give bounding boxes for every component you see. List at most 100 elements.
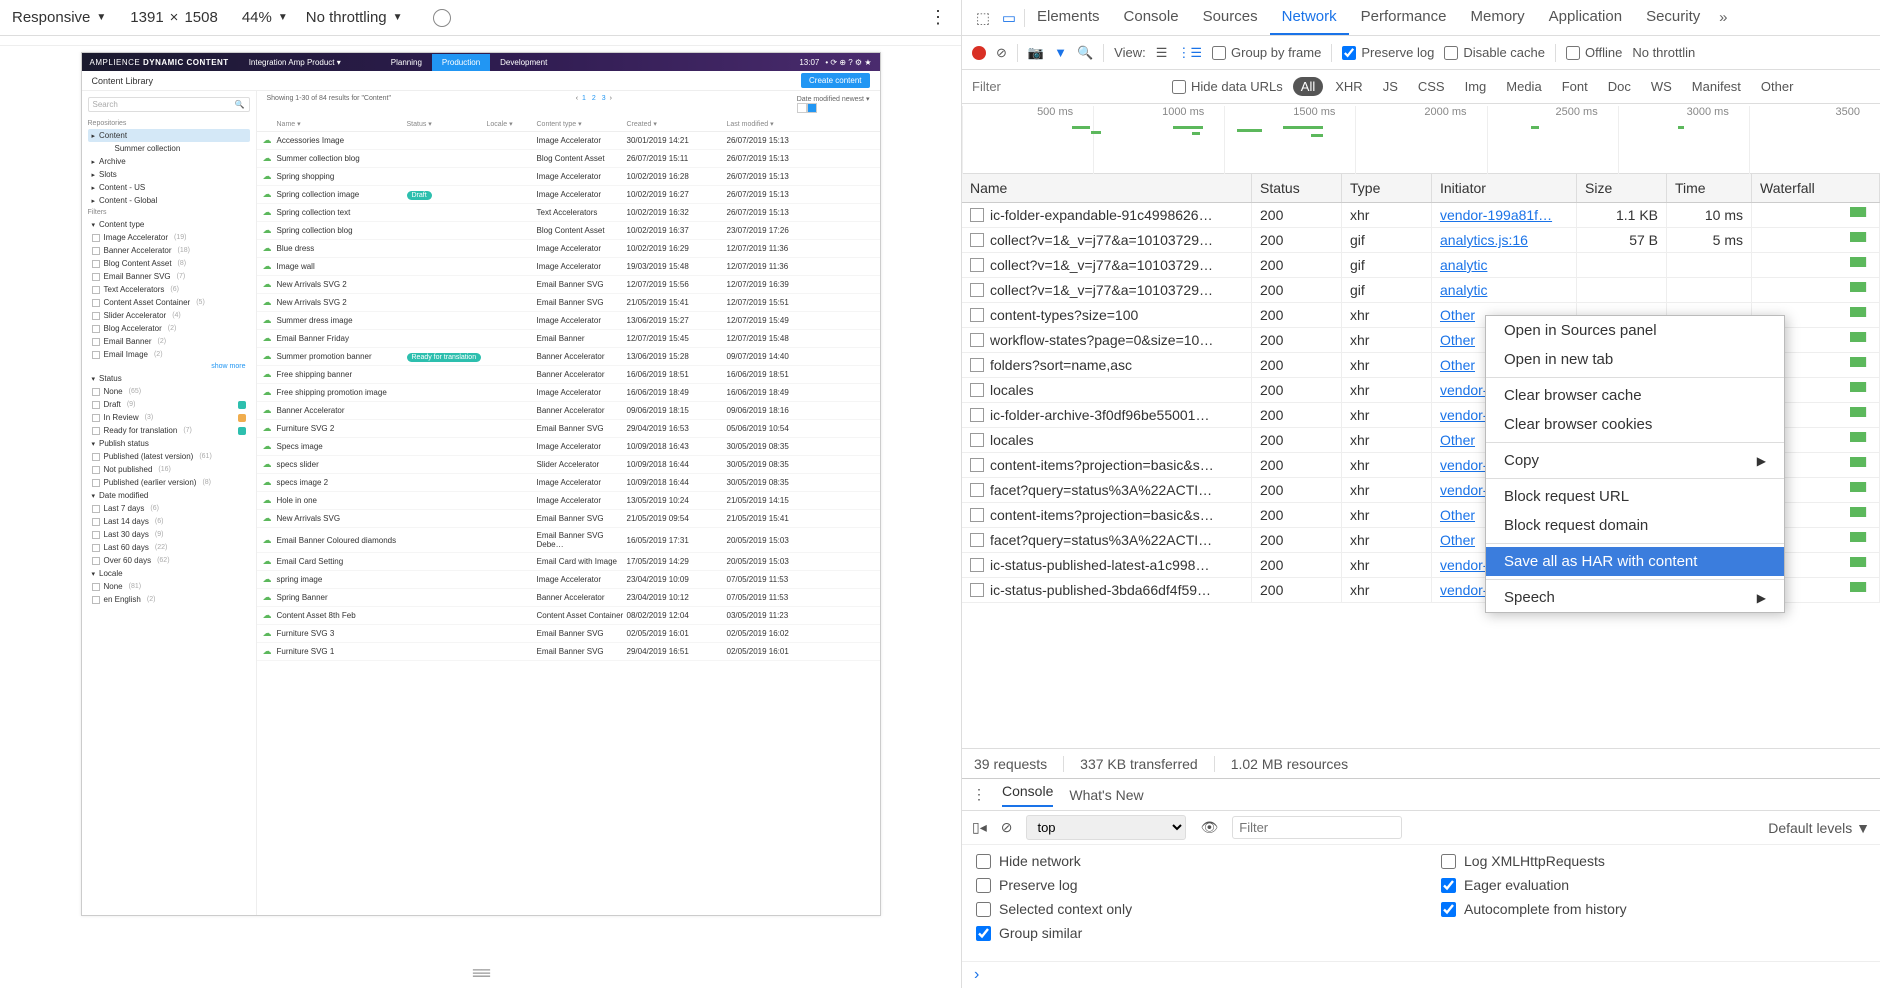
filter-item[interactable]: Last 14 days(6): [88, 515, 250, 528]
filter-item[interactable]: Last 7 days(6): [88, 502, 250, 515]
repo-item[interactable]: ▸Slots: [88, 168, 250, 181]
tab-application[interactable]: Application: [1537, 0, 1634, 35]
filter-item[interactable]: None(65): [88, 385, 250, 398]
ctx-item[interactable]: Clear browser cache: [1486, 381, 1784, 410]
table-row[interactable]: ☁Specs imageImage Accelerator10/09/2018 …: [257, 438, 880, 456]
tab-console[interactable]: Console: [1112, 0, 1191, 35]
throttling-select[interactable]: No throttlin: [1632, 45, 1695, 60]
net-col-time[interactable]: Time: [1667, 174, 1752, 202]
filter-type-img[interactable]: Img: [1457, 77, 1495, 96]
repo-item[interactable]: ▸Content: [88, 129, 250, 142]
console-opt[interactable]: Eager evaluation: [1441, 877, 1866, 893]
filter-item[interactable]: Email Image(2): [88, 348, 250, 361]
filter-item[interactable]: Published (earlier version)(8): [88, 476, 250, 489]
net-col-name[interactable]: Name: [962, 174, 1252, 202]
levels-select[interactable]: Default levels ▼: [1768, 820, 1870, 836]
table-row[interactable]: ☁Furniture SVG 1Email Banner SVG29/04/20…: [257, 643, 880, 661]
repo-item[interactable]: ▸Content - US: [88, 181, 250, 194]
filter-item[interactable]: Email Banner(2): [88, 335, 250, 348]
height-input[interactable]: 1508: [184, 9, 217, 26]
repo-item[interactable]: ▸Content - Global: [88, 194, 250, 207]
filter-item[interactable]: Over 60 days(62): [88, 554, 250, 567]
nav-item-production[interactable]: Production: [432, 54, 490, 71]
table-row[interactable]: ☁Email Banner FridayEmail Banner12/07/20…: [257, 330, 880, 348]
table-row[interactable]: ☁Blue dressImage Accelerator10/02/2019 1…: [257, 240, 880, 258]
table-row[interactable]: ☁spring imageImage Accelerator23/04/2019…: [257, 571, 880, 589]
console-opt[interactable]: Group similar: [976, 925, 1401, 941]
table-row[interactable]: ☁Image wallImage Accelerator19/03/2019 1…: [257, 258, 880, 276]
table-row[interactable]: ☁Accessories ImageImage Accelerator30/01…: [257, 132, 880, 150]
filter-item[interactable]: Not published(16): [88, 463, 250, 476]
filter-group-head[interactable]: ▾Publish status: [88, 437, 250, 450]
throttling-select[interactable]: No throttling▼: [306, 9, 403, 26]
rotate-icon[interactable]: [433, 9, 451, 27]
filter-type-manifest[interactable]: Manifest: [1684, 77, 1749, 96]
filter-group-head[interactable]: ▾Date modified: [88, 489, 250, 502]
ctx-item[interactable]: Block request URL: [1486, 482, 1784, 511]
search-input[interactable]: Search🔍: [88, 97, 250, 112]
kebab-icon[interactable]: ⋮: [929, 7, 947, 28]
filter-item[interactable]: Content Asset Container(5): [88, 296, 250, 309]
table-row[interactable]: ☁Banner AcceleratorBanner Accelerator09/…: [257, 402, 880, 420]
filter-item[interactable]: Text Accelerators(6): [88, 283, 250, 296]
filter-type-ws[interactable]: WS: [1643, 77, 1680, 96]
network-row[interactable]: collect?v=1&_v=j77&a=10103729…200gifanal…: [962, 228, 1880, 253]
net-col-initiator[interactable]: Initiator: [1432, 174, 1577, 202]
table-row[interactable]: ☁Email Card SettingEmail Card with Image…: [257, 553, 880, 571]
filter-icon[interactable]: ▼: [1054, 45, 1067, 60]
filter-input[interactable]: [972, 79, 1162, 94]
filter-item[interactable]: In Review(3): [88, 411, 250, 424]
more-tabs-icon[interactable]: »: [1712, 7, 1734, 29]
integration-select[interactable]: Integration Amp Product ▾: [249, 58, 341, 67]
network-row[interactable]: collect?v=1&_v=j77&a=10103729…200gifanal…: [962, 253, 1880, 278]
hide-data-urls-checkbox[interactable]: Hide data URLs: [1172, 79, 1283, 94]
filter-type-xhr[interactable]: XHR: [1327, 77, 1370, 96]
net-col-type[interactable]: Type: [1342, 174, 1432, 202]
filter-item[interactable]: Image Accelerator(19): [88, 231, 250, 244]
inspect-icon[interactable]: ⬚: [972, 7, 994, 29]
drawer-kebab-icon[interactable]: ⋮: [972, 786, 986, 803]
filter-item[interactable]: Email Banner SVG(7): [88, 270, 250, 283]
filter-group-head[interactable]: ▾Status: [88, 372, 250, 385]
network-timeline[interactable]: 500 ms1000 ms1500 ms2000 ms2500 ms3000 m…: [962, 104, 1880, 174]
ctx-item[interactable]: Block request domain: [1486, 511, 1784, 540]
filter-item[interactable]: None(81): [88, 580, 250, 593]
tab-console[interactable]: Console: [1002, 783, 1053, 807]
tab-memory[interactable]: Memory: [1459, 0, 1537, 35]
console-filter-input[interactable]: [1232, 816, 1402, 839]
record-button[interactable]: [972, 46, 986, 60]
repo-item[interactable]: Summer collection: [88, 142, 250, 155]
tab-network[interactable]: Network: [1270, 0, 1349, 35]
table-row[interactable]: ☁Summer dress imageImage Accelerator13/0…: [257, 312, 880, 330]
filter-item[interactable]: Blog Accelerator(2): [88, 322, 250, 335]
filter-type-doc[interactable]: Doc: [1600, 77, 1639, 96]
disable-cache-checkbox[interactable]: Disable cache: [1444, 45, 1545, 60]
filter-group-head[interactable]: ▾Locale: [88, 567, 250, 580]
filter-item[interactable]: Published (latest version)(61): [88, 450, 250, 463]
create-content-button[interactable]: Create content: [801, 73, 869, 88]
sidebar-toggle-icon[interactable]: ▯◂: [972, 819, 987, 836]
filter-item[interactable]: Blog Content Asset(8): [88, 257, 250, 270]
width-input[interactable]: 1391: [130, 9, 163, 26]
net-col-waterfall[interactable]: Waterfall: [1752, 174, 1880, 202]
filter-type-js[interactable]: JS: [1375, 77, 1406, 96]
table-row[interactable]: ☁Email Banner Coloured diamondsEmail Ban…: [257, 528, 880, 553]
tab-whats-new[interactable]: What's New: [1069, 787, 1143, 803]
offline-checkbox[interactable]: Offline: [1566, 45, 1622, 60]
table-row[interactable]: ☁specs image 2Image Accelerator10/09/201…: [257, 474, 880, 492]
ctx-item[interactable]: Open in Sources panel: [1486, 316, 1784, 345]
filter-item[interactable]: Draft(9): [88, 398, 250, 411]
filter-type-css[interactable]: CSS: [1410, 77, 1453, 96]
table-row[interactable]: ☁New Arrivals SVGEmail Banner SVG21/05/2…: [257, 510, 880, 528]
clear-console-icon[interactable]: ⊘: [1001, 819, 1013, 836]
filter-item[interactable]: Last 30 days(9): [88, 528, 250, 541]
console-opt[interactable]: Autocomplete from history: [1441, 901, 1866, 917]
ctx-item[interactable]: Speech▶: [1486, 583, 1784, 612]
ctx-item[interactable]: Open in new tab: [1486, 345, 1784, 374]
tab-elements[interactable]: Elements: [1025, 0, 1112, 35]
search-icon[interactable]: 🔍: [1077, 45, 1093, 61]
view-toggle[interactable]: [797, 103, 870, 113]
nav-item-development[interactable]: Development: [490, 54, 557, 71]
console-prompt[interactable]: ›: [962, 961, 1880, 988]
tab-sources[interactable]: Sources: [1191, 0, 1270, 35]
